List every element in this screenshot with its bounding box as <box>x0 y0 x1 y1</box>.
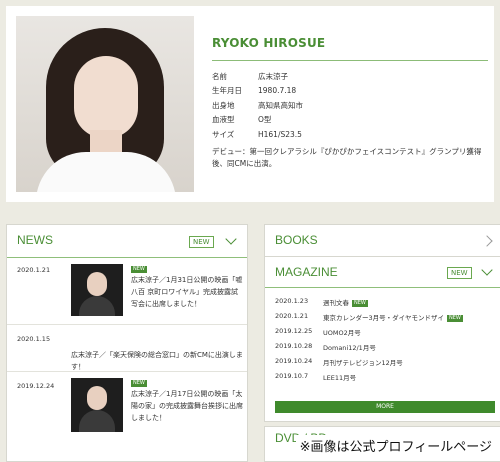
news-new-tag: NEW <box>131 380 147 387</box>
news-date: 2020.1.21 <box>17 266 51 274</box>
magazine-date: 2019.10.24 <box>275 357 313 365</box>
info-label: 名前 <box>212 72 227 81</box>
info-row-size: サイズ H161/S23.5 <box>212 128 303 142</box>
news-text[interactable]: 広末涼子／1月17日公開の映画「太陽の家」の完成披露舞台挨拶に出席しました！ <box>131 388 243 424</box>
magazine-date: 2020.1.21 <box>275 312 309 320</box>
news-item[interactable]: 2020.1.21 NEW 広末涼子／1月31日公開の映画「嘘八百 京町ロワイヤ… <box>7 258 247 325</box>
image-caption: ※画像は公式プロフィールページ <box>295 435 496 456</box>
info-label: 生年月日 <box>212 86 242 96</box>
magazine-panel: MAGAZINE NEW 2020.1.23 週刊文春 NEW 2020.1.21 東… <box>264 256 500 422</box>
news-item[interactable]: 2019.12.24 NEW 広末涼子／1月17日公開の映画「太陽の家」の完成披… <box>7 372 247 452</box>
news-date: 2020.1.15 <box>17 335 51 343</box>
magazine-title-text[interactable]: 東京カレンダー3月号・ダイヤモンドザイ <box>323 314 444 322</box>
news-new-tag: NEW <box>131 266 147 273</box>
news-thumbnail[interactable] <box>71 378 123 432</box>
info-row-name: 名前 広末涼子 <box>212 70 303 84</box>
magazine-title-text[interactable]: Domani12/1月号 <box>323 342 376 352</box>
chevron-down-icon[interactable] <box>481 264 493 276</box>
magazine-title-text[interactable]: UOMO2月号 <box>323 327 361 337</box>
chevron-right-icon[interactable] <box>481 235 493 247</box>
chevron-down-icon[interactable] <box>225 233 237 245</box>
news-item[interactable]: 2020.1.15 広末涼子／「楽天保険の総合窓口」の新CMに出演します！ <box>7 325 247 372</box>
news-new-badge: NEW <box>189 236 214 248</box>
profile-photo <box>16 16 194 192</box>
info-value: 高知県高知市 <box>258 100 303 110</box>
magazine-new-badge: NEW <box>447 267 472 279</box>
profile-info-table: 名前 広末涼子 生年月日 1980.7.18 出身地 高知県高知市 血液型 O型 サイズ… <box>212 70 303 142</box>
news-thumbnail[interactable] <box>71 264 123 316</box>
magazine-header[interactable]: MAGAZINE NEW <box>265 257 500 288</box>
news-text[interactable]: 広末涼子／1月31日公開の映画「嘘八百 京町ロワイヤル」完成披露試写会に出席しま… <box>131 274 243 310</box>
magazine-date: 2019.10.7 <box>275 372 309 380</box>
magazine-title: MAGAZINE <box>275 265 338 279</box>
info-row-birthplace: 出身地 高知県高知市 <box>212 99 303 113</box>
magazine-date: 2019.12.25 <box>275 327 313 335</box>
magazine-title-text[interactable]: 週刊文春 <box>323 299 349 307</box>
profile-name-divider <box>212 60 488 61</box>
profile-name-en: RYOKO HIROSUE <box>212 36 326 50</box>
news-text[interactable]: 広末涼子／「楽天保険の総合窓口」の新CMに出演します！ <box>71 349 247 373</box>
magazine-title-text[interactable]: 月刊ザテレビジョン12月号 <box>323 357 403 367</box>
more-button[interactable]: MORE <box>275 401 495 413</box>
news-header[interactable]: NEWS NEW <box>7 225 247 258</box>
info-row-birthday: 生年月日 1980.7.18 <box>212 84 303 98</box>
info-value: 1980.7.18 <box>258 86 297 96</box>
books-panel[interactable]: BOOKS <box>264 224 500 258</box>
magazine-date: 2019.10.28 <box>275 342 313 350</box>
info-value: 広末涼子 <box>258 72 288 81</box>
magazine-new-tag: NEW <box>352 300 368 307</box>
news-panel: NEWS NEW 2020.1.21 NEW 広末涼子／1月31日公開の映画「嘘… <box>6 224 248 462</box>
info-label: サイズ <box>212 129 235 139</box>
magazine-title-text[interactable]: LEE11月号 <box>323 372 356 382</box>
info-value: O型 <box>258 115 272 125</box>
profile-card: RYOKO HIROSUE 名前 広末涼子 生年月日 1980.7.18 出身地 高知… <box>6 6 494 202</box>
magazine-date: 2020.1.23 <box>275 297 309 305</box>
info-row-bloodtype: 血液型 O型 <box>212 113 303 127</box>
profile-bio: デビュー：第一回クレアラシル『ぴかぴかフェイスコンテスト』グランプリ獲得後、同C… <box>212 147 482 168</box>
books-title: BOOKS <box>275 233 318 247</box>
info-label: 出身地 <box>212 100 235 110</box>
info-value: H161/S23.5 <box>258 129 302 139</box>
news-date: 2019.12.24 <box>17 382 55 390</box>
magazine-new-tag: NEW <box>446 315 463 322</box>
news-title: NEWS <box>17 233 53 247</box>
info-label: 血液型 <box>212 115 235 125</box>
